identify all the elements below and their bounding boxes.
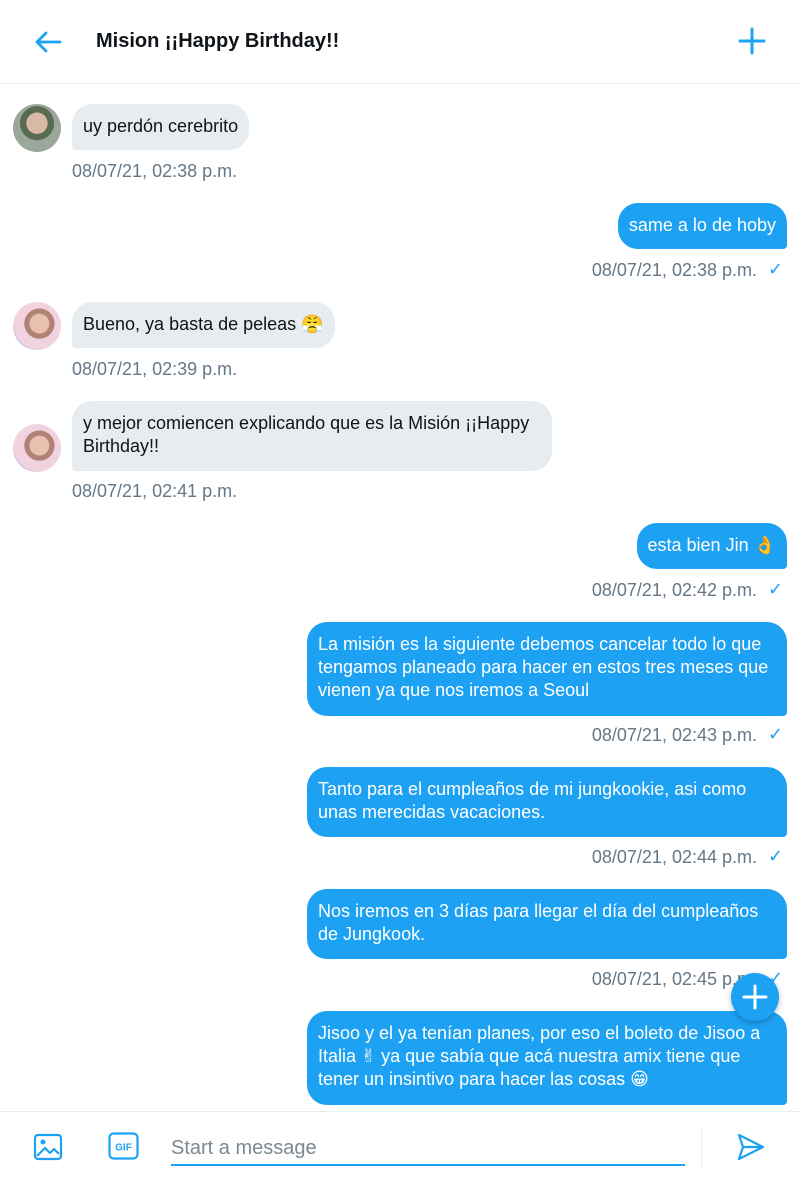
avatar[interactable] bbox=[13, 104, 61, 152]
message-timestamp: 08/07/21, 02:42 p.m. bbox=[591, 580, 757, 600]
plus-icon bbox=[742, 984, 768, 1010]
read-check-icon: ✓ bbox=[768, 579, 784, 599]
send-icon bbox=[737, 1133, 765, 1161]
gif-label: GIF bbox=[115, 1143, 132, 1154]
message-bubble-outgoing[interactable]: same a lo de hoby bbox=[617, 203, 787, 249]
message-bubble-outgoing[interactable]: Tanto para el cumpleaños de mi jungkooki… bbox=[307, 767, 787, 837]
message-text: uy perdón cerebrito bbox=[83, 116, 239, 136]
message-bubble-incoming[interactable]: y mejor comiencen explicando que es la M… bbox=[72, 401, 552, 471]
conversation-header: Mision ¡¡Happy Birthday!! bbox=[0, 0, 800, 84]
read-check-icon: ✓ bbox=[768, 846, 784, 866]
message-timestamp: 08/07/21, 02:41 p.m. bbox=[72, 481, 238, 501]
image-button[interactable] bbox=[33, 1132, 63, 1162]
message-text: Bueno, ya basta de peleas 😤 bbox=[83, 314, 324, 334]
message-timestamp: 08/07/21, 02:38 p.m. bbox=[591, 260, 757, 280]
new-message-fab[interactable] bbox=[731, 973, 779, 1021]
back-button[interactable] bbox=[30, 24, 66, 60]
conversation-title: Mision ¡¡Happy Birthday!! bbox=[96, 30, 340, 52]
message-bubble-outgoing[interactable]: Jisoo y el ya tenían planes, por eso el … bbox=[307, 1011, 787, 1105]
plus-icon bbox=[738, 27, 766, 55]
message-text: y mejor comiencen explicando que es la M… bbox=[83, 413, 530, 456]
message-bubble-incoming[interactable]: uy perdón cerebrito bbox=[72, 104, 250, 150]
read-check-icon: ✓ bbox=[768, 724, 784, 744]
message-bubble-incoming[interactable]: Bueno, ya basta de peleas 😤 bbox=[72, 302, 335, 348]
message-input[interactable] bbox=[171, 1132, 685, 1166]
message-text: esta bien Jin 👌 bbox=[647, 535, 776, 555]
message-text: Tanto para el cumpleaños de mi jungkooki… bbox=[318, 779, 747, 822]
message-timestamp: 08/07/21, 02:44 p.m. bbox=[591, 847, 757, 867]
message-timestamp: 08/07/21, 02:43 p.m. bbox=[591, 725, 757, 745]
add-button[interactable] bbox=[734, 23, 770, 59]
avatar[interactable] bbox=[13, 302, 61, 350]
message-bubble-outgoing[interactable]: La misión es la siguiente debemos cancel… bbox=[307, 622, 787, 716]
message-text: Jisoo y el ya tenían planes, por eso el … bbox=[318, 1023, 761, 1089]
message-timestamp: 08/07/21, 02:38 p.m. bbox=[72, 161, 238, 181]
gif-button[interactable]: GIF bbox=[108, 1132, 139, 1160]
back-arrow-icon bbox=[35, 31, 62, 53]
gif-icon: GIF bbox=[108, 1132, 139, 1160]
composer-divider bbox=[701, 1130, 702, 1166]
message-text: La misión es la siguiente debemos cancel… bbox=[318, 634, 769, 700]
message-composer: GIF bbox=[0, 1111, 800, 1182]
message-bubble-outgoing[interactable]: Nos iremos en 3 días para llegar el día … bbox=[307, 889, 787, 959]
message-timestamp: 08/07/21, 02:39 p.m. bbox=[72, 359, 238, 379]
image-icon bbox=[33, 1133, 63, 1161]
read-check-icon: ✓ bbox=[768, 259, 784, 279]
message-bubble-outgoing[interactable]: esta bien Jin 👌 bbox=[636, 523, 787, 569]
message-text: Nos iremos en 3 días para llegar el día … bbox=[318, 901, 759, 944]
send-button[interactable] bbox=[736, 1132, 766, 1162]
avatar[interactable] bbox=[13, 424, 61, 472]
message-text: same a lo de hoby bbox=[628, 215, 776, 235]
